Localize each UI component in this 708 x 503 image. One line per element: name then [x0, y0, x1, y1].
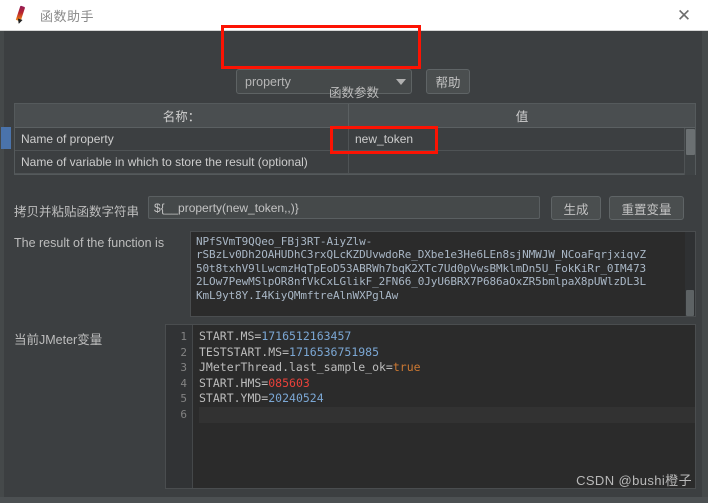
- generate-button[interactable]: 生成: [551, 196, 601, 220]
- reset-variables-button[interactable]: 重置变量: [609, 196, 684, 220]
- variables-panel[interactable]: 1 2 3 4 5 6 START.MS=1716512163457 TESTST…: [165, 324, 696, 489]
- watermark: CSDN @bushi橙子: [576, 473, 692, 488]
- variable-value: 20240524: [268, 391, 324, 406]
- function-selector-row: property 帮助: [0, 31, 708, 94]
- titlebar: 函数助手 ✕: [0, 0, 708, 31]
- variable-line: JMeterThread.last_sample_ok=true: [199, 360, 695, 376]
- close-icon[interactable]: ✕: [674, 6, 694, 26]
- variable-value: 1716536751985: [289, 344, 380, 359]
- result-scrollbar-thumb[interactable]: [686, 290, 694, 316]
- parameters-table: 名称： 值 Name of property new_token Name of…: [1, 103, 696, 175]
- result-scrollbar[interactable]: [685, 232, 695, 316]
- table-scrollbar-thumb[interactable]: [686, 129, 695, 155]
- window-title: 函数助手: [40, 8, 95, 24]
- variable-line: [199, 406, 695, 423]
- table-scrollbar[interactable]: [684, 128, 695, 175]
- selected-row-indicator: [1, 127, 11, 149]
- table-row[interactable]: Name of property new_token: [15, 128, 695, 151]
- table-row[interactable]: Name of variable in which to store the r…: [15, 151, 695, 174]
- result-panel[interactable]: NPfSVmT9QQeo_FBj3RT-AiyZlw- rSBzLv0Dh2OA…: [190, 231, 696, 317]
- param-value-cell[interactable]: new_token: [349, 128, 695, 150]
- variables-code[interactable]: START.MS=1716512163457 TESTSTART.MS=17165…: [193, 325, 695, 488]
- function-string-label: 拷贝并粘贴函数字符串: [14, 205, 140, 219]
- window-bottom-edge: [0, 497, 708, 503]
- variable-line: TESTSTART.MS=1716536751985: [199, 345, 695, 361]
- variable-key: START.HMS=: [199, 375, 269, 390]
- variable-line: START.MS=1716512163457: [199, 329, 695, 345]
- variable-line: START.YMD=20240524: [199, 391, 695, 407]
- param-name-cell: Name of variable in which to store the r…: [15, 151, 349, 173]
- function-string-row: 拷贝并粘贴函数字符串 ${__property(new_token,,)} 生成…: [0, 196, 708, 224]
- function-string-input[interactable]: ${__property(new_token,,)}: [148, 196, 540, 219]
- quill-pen-icon: [14, 5, 30, 24]
- line-number-gutter: 1 2 3 4 5 6: [166, 325, 193, 488]
- result-text: NPfSVmT9QQeo_FBj3RT-AiyZlw- rSBzLv0Dh2OA…: [196, 235, 647, 302]
- function-helper-window: 函数助手 ✕ property 帮助 函数参数 名称： 值 Name of pr…: [0, 0, 708, 503]
- column-header-value: 值: [515, 110, 529, 124]
- variables-label: 当前JMeter变量: [14, 333, 103, 347]
- param-name-cell: Name of property: [15, 128, 349, 150]
- result-label: The result of the function is: [14, 236, 165, 250]
- parameters-heading: 函数参数: [328, 86, 379, 100]
- variable-key: TESTSTART.MS=: [199, 344, 290, 359]
- variable-key: JMeterThread.last_sample_ok=: [199, 360, 393, 375]
- table-header: 名称： 值: [15, 104, 695, 128]
- column-header-name: 名称：: [15, 104, 349, 127]
- variable-value: 085603: [268, 375, 310, 390]
- param-value-cell[interactable]: [349, 151, 695, 173]
- variable-line: START.HMS=085603: [199, 376, 695, 392]
- variable-value: 1716512163457: [261, 329, 352, 343]
- variable-value: true: [392, 360, 421, 375]
- variable-key: START.YMD=: [199, 391, 269, 406]
- variable-key: START.MS=: [199, 329, 262, 343]
